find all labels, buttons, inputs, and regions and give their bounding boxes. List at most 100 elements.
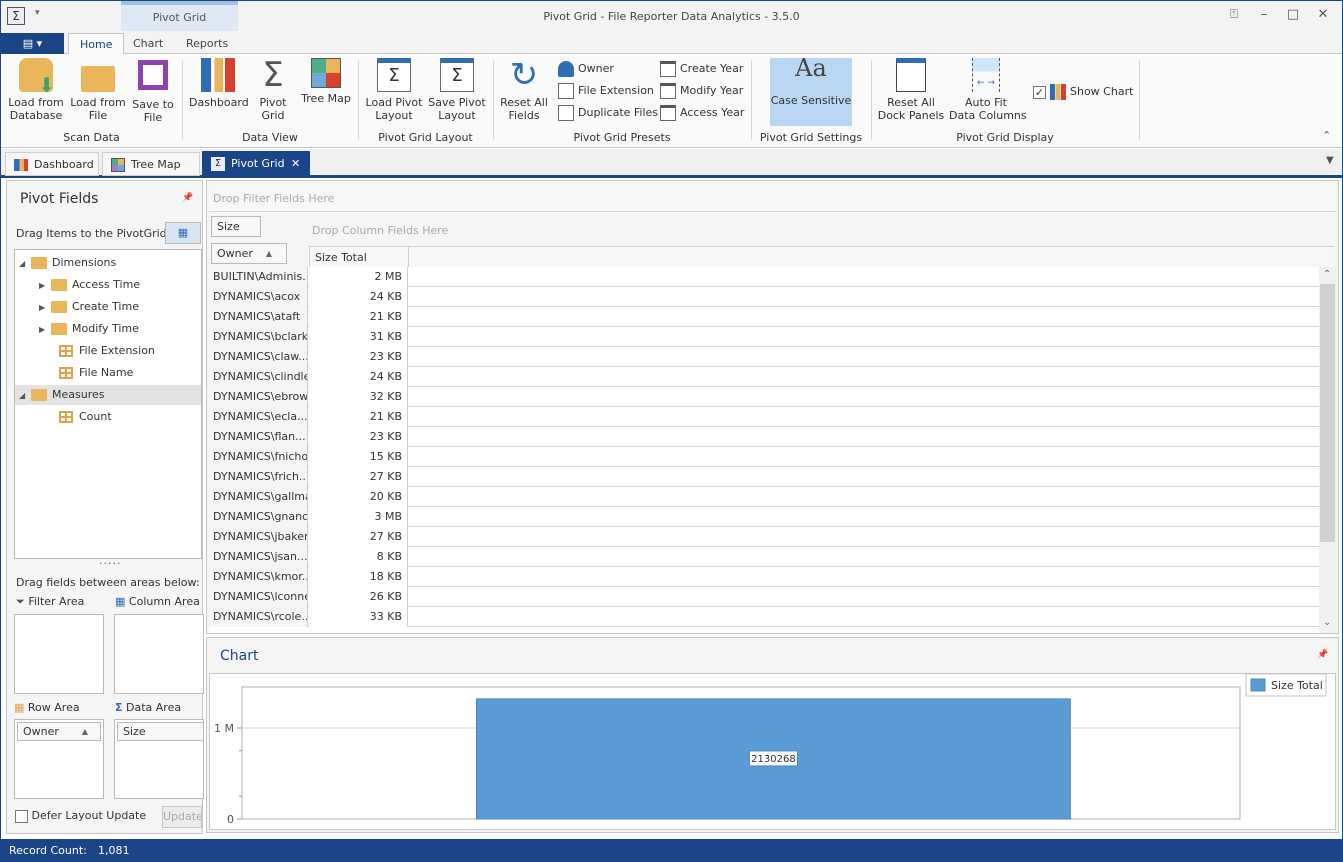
filter-area-dropzone[interactable] — [14, 614, 104, 694]
table-row[interactable]: DYNAMICS\fnichols 15 KB — [209, 447, 1321, 467]
preset-duplicate-files-button[interactable]: Duplicate Files — [558, 103, 658, 123]
table-row[interactable]: DYNAMICS\claw... 23 KB — [209, 347, 1321, 367]
scroll-up-icon[interactable]: ⌃ — [1323, 269, 1331, 280]
checkbox[interactable] — [15, 809, 28, 823]
layout-options-button[interactable]: ▦ — [165, 222, 201, 244]
dashboard-button[interactable]: Dashboard — [189, 58, 249, 109]
tree-node-file-extension[interactable]: File Extension — [59, 341, 155, 361]
tree-node-dimensions[interactable]: ◢ Dimensions — [19, 253, 116, 273]
collapse-ribbon-icon[interactable]: ⌃ — [1322, 129, 1331, 142]
tab-home[interactable]: Home — [68, 33, 125, 55]
table-row[interactable]: DYNAMICS\bclark 31 KB — [209, 327, 1321, 347]
show-chart-checkbox[interactable]: ✓ Show Chart — [1033, 82, 1133, 102]
owner-cell[interactable]: DYNAMICS\acox — [209, 287, 308, 307]
reset-all-dock-panels-button[interactable]: Reset All Dock Panels — [877, 58, 945, 122]
data-field-size[interactable]: Size — [117, 722, 203, 741]
owner-cell[interactable]: DYNAMICS\gnance — [209, 507, 308, 527]
doc-tab-dashboard[interactable]: Dashboard — [5, 152, 99, 176]
doc-tab-pivot-grid[interactable]: Σ Pivot Grid ✕ — [202, 151, 310, 177]
table-row[interactable]: DYNAMICS\frich... 27 KB — [209, 467, 1321, 487]
save-to-file-button[interactable]: Save to File — [129, 58, 177, 124]
table-row[interactable]: DYNAMICS\gallman20 KB — [209, 487, 1321, 507]
load-pivot-layout-button[interactable]: Σ Load Pivot Layout — [364, 58, 424, 122]
row-field-header-owner[interactable]: Owner ▲ — [211, 243, 287, 264]
maximize-button[interactable]: □ — [1283, 7, 1303, 25]
tree-node-count[interactable]: Count — [59, 407, 112, 427]
vertical-scrollbar[interactable]: ⌃ ⌄ — [1319, 267, 1336, 633]
tab-reports[interactable]: Reports — [175, 33, 239, 55]
tree-node-file-name[interactable]: File Name — [59, 363, 133, 383]
auto-fit-data-columns-button[interactable]: ← → Auto Fit Data Columns — [949, 58, 1027, 122]
defer-layout-update-checkbox[interactable]: Defer Layout Update — [15, 809, 146, 823]
tree-node-create-time[interactable]: ▶ Create Time — [39, 297, 139, 317]
tree-node-measures[interactable]: ◢ Measures — [15, 385, 201, 405]
owner-cell[interactable]: DYNAMICS\ecla... — [209, 407, 308, 427]
owner-cell[interactable]: DYNAMICS\jsan... — [209, 547, 308, 567]
column-header-size-total[interactable]: Size Total — [309, 246, 409, 268]
save-pivot-layout-button[interactable]: Σ Save Pivot Layout — [427, 58, 487, 122]
preset-modify-year-button[interactable]: Modify Year — [660, 81, 743, 101]
tab-list-dropdown-icon[interactable]: ▼ — [1326, 155, 1334, 166]
scroll-down-icon[interactable]: ⌄ — [1323, 617, 1331, 628]
pivot-grid-button[interactable]: Σ Pivot Grid — [251, 58, 295, 122]
column-area-dropzone[interactable] — [114, 614, 204, 694]
close-tab-icon[interactable]: ✕ — [291, 152, 300, 176]
filter-dropzone[interactable]: Drop Filter Fields Here — [209, 183, 1336, 212]
app-menu-button[interactable]: ▤ ▾ — [1, 33, 64, 54]
tab-chart[interactable]: Chart — [122, 33, 174, 55]
table-row[interactable]: DYNAMICS\kmor... 18 KB — [209, 567, 1321, 587]
table-row[interactable]: DYNAMICS\lconner 26 KB — [209, 587, 1321, 607]
data-area-dropzone[interactable]: Size — [114, 719, 204, 799]
update-button[interactable]: Update — [162, 806, 202, 828]
owner-cell[interactable]: DYNAMICS\ebrown — [209, 387, 308, 407]
owner-cell[interactable]: DYNAMICS\fnichols — [209, 447, 308, 467]
owner-cell[interactable]: DYNAMICS\jbaker — [209, 527, 308, 547]
checkbox[interactable]: ✓ — [1033, 85, 1046, 99]
minimize-button[interactable]: – — [1254, 7, 1274, 25]
table-row[interactable]: DYNAMICS\acox 24 KB — [209, 287, 1321, 307]
table-row[interactable]: DYNAMICS\rcole... 33 KB — [209, 607, 1321, 627]
scrollbar-thumb[interactable] — [1320, 284, 1335, 542]
table-row[interactable]: DYNAMICS\flan... 23 KB — [209, 427, 1321, 447]
case-sensitive-toggle[interactable]: Aa Case Sensitive — [770, 56, 852, 126]
row-field-owner[interactable]: Owner ▲ — [17, 722, 101, 741]
doc-tab-tree-map[interactable]: Tree Map — [102, 152, 200, 176]
owner-cell[interactable]: DYNAMICS\gallman — [209, 487, 308, 507]
pin-icon[interactable]: 📌 — [1317, 650, 1328, 660]
owner-cell[interactable]: BUILTIN\Adminis... — [209, 267, 308, 287]
pin-window-icon[interactable]: ⍐ — [1224, 7, 1244, 25]
owner-cell[interactable]: DYNAMICS\clindley — [209, 367, 308, 387]
table-row[interactable]: DYNAMICS\ecla... 21 KB — [209, 407, 1321, 427]
table-row[interactable]: DYNAMICS\ebrown 32 KB — [209, 387, 1321, 407]
table-row[interactable]: DYNAMICS\jsan... 8 KB — [209, 547, 1321, 567]
column-dropzone[interactable]: Drop Column Fields Here — [312, 224, 448, 237]
splitter-handle[interactable]: ····· — [99, 557, 121, 570]
close-button[interactable]: ✕ — [1313, 7, 1333, 25]
owner-cell[interactable]: DYNAMICS\rcole... — [209, 607, 308, 627]
preset-access-year-button[interactable]: Access Year — [660, 103, 744, 123]
owner-cell[interactable]: DYNAMICS\flan... — [209, 427, 308, 447]
tree-map-button[interactable]: Tree Map — [299, 58, 353, 105]
table-row[interactable]: DYNAMICS\ataft 21 KB — [209, 307, 1321, 327]
pin-icon[interactable]: 📌 — [182, 193, 193, 203]
owner-cell[interactable]: DYNAMICS\frich... — [209, 467, 308, 487]
load-from-database-button[interactable]: ⬇ Load from Database — [7, 58, 65, 122]
owner-cell[interactable]: DYNAMICS\bclark — [209, 327, 308, 347]
preset-create-year-button[interactable]: Create Year — [660, 59, 743, 79]
data-field-header-size[interactable]: Size — [211, 216, 261, 237]
table-row[interactable]: DYNAMICS\jbaker 27 KB — [209, 527, 1321, 547]
tree-node-access-time[interactable]: ▶ Access Time — [39, 275, 140, 295]
load-from-file-button[interactable]: Load from File — [69, 58, 127, 122]
owner-cell[interactable]: DYNAMICS\ataft — [209, 307, 308, 327]
preset-owner-button[interactable]: Owner — [558, 59, 614, 79]
table-row[interactable]: BUILTIN\Adminis... 2 MB — [209, 267, 1321, 287]
table-row[interactable]: DYNAMICS\gnance 3 MB — [209, 507, 1321, 527]
owner-cell[interactable]: DYNAMICS\claw... — [209, 347, 308, 367]
owner-cell[interactable]: DYNAMICS\lconner — [209, 587, 308, 607]
table-row[interactable]: DYNAMICS\clindley 24 KB — [209, 367, 1321, 387]
preset-file-extension-button[interactable]: File Extension — [558, 81, 654, 101]
tree-node-modify-time[interactable]: ▶ Modify Time — [39, 319, 139, 339]
reset-all-fields-button[interactable]: ↻ Reset All Fields — [498, 58, 550, 122]
row-area-dropzone[interactable]: Owner ▲ — [14, 719, 104, 799]
owner-cell[interactable]: DYNAMICS\kmor... — [209, 567, 308, 587]
